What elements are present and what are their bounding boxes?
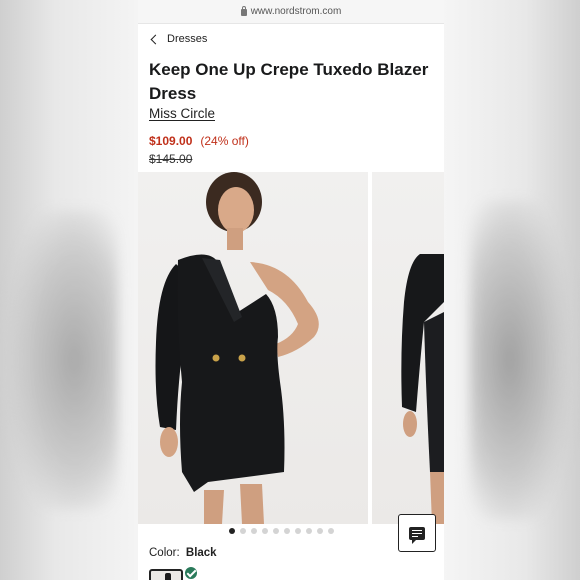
breadcrumb-back-link[interactable]: Dresses — [150, 33, 208, 45]
product-photo-next[interactable] — [372, 172, 444, 524]
product-image-carousel[interactable] — [138, 172, 444, 524]
carousel-dot[interactable] — [262, 528, 268, 534]
product-photo-main[interactable] — [138, 172, 368, 524]
carousel-dot[interactable] — [251, 528, 257, 534]
carousel-dot[interactable] — [317, 528, 323, 534]
phone-screen: www.nordstrom.com Dresses Keep One Up Cr… — [138, 0, 444, 580]
brand-link[interactable]: Miss Circle — [149, 106, 215, 121]
price-row: $109.00 (24% off) — [149, 134, 249, 148]
carousel-dot[interactable] — [306, 528, 312, 534]
carousel-dot[interactable] — [229, 528, 235, 534]
blurred-backdrop-left — [0, 0, 138, 580]
url-text: www.nordstrom.com — [250, 6, 342, 17]
color-label-text: Color: — [149, 547, 180, 559]
discount-percent: (24% off) — [200, 134, 249, 148]
chat-icon — [409, 526, 425, 544]
selected-color-name: Black — [185, 547, 217, 559]
carousel-dot[interactable] — [295, 528, 301, 534]
breadcrumb-label: Dresses — [167, 33, 208, 45]
original-price: $145.00 — [149, 152, 193, 166]
browser-url-bar[interactable]: www.nordstrom.com — [138, 0, 444, 24]
carousel-dot[interactable] — [328, 528, 334, 534]
carousel-dot[interactable] — [240, 528, 246, 534]
chat-button[interactable] — [398, 514, 436, 552]
sale-price: $109.00 — [149, 134, 193, 148]
blurred-backdrop-right — [444, 0, 580, 580]
carousel-dot[interactable] — [273, 528, 279, 534]
product-title: Keep One Up Crepe Tuxedo Blazer Dress — [149, 60, 429, 103]
color-label: Color: Black — [149, 547, 217, 559]
chevron-left-icon — [150, 34, 161, 44]
color-swatch-black[interactable] — [149, 569, 183, 580]
selected-check-icon — [183, 565, 199, 580]
lock-icon — [240, 6, 247, 16]
carousel-dot[interactable] — [284, 528, 290, 534]
